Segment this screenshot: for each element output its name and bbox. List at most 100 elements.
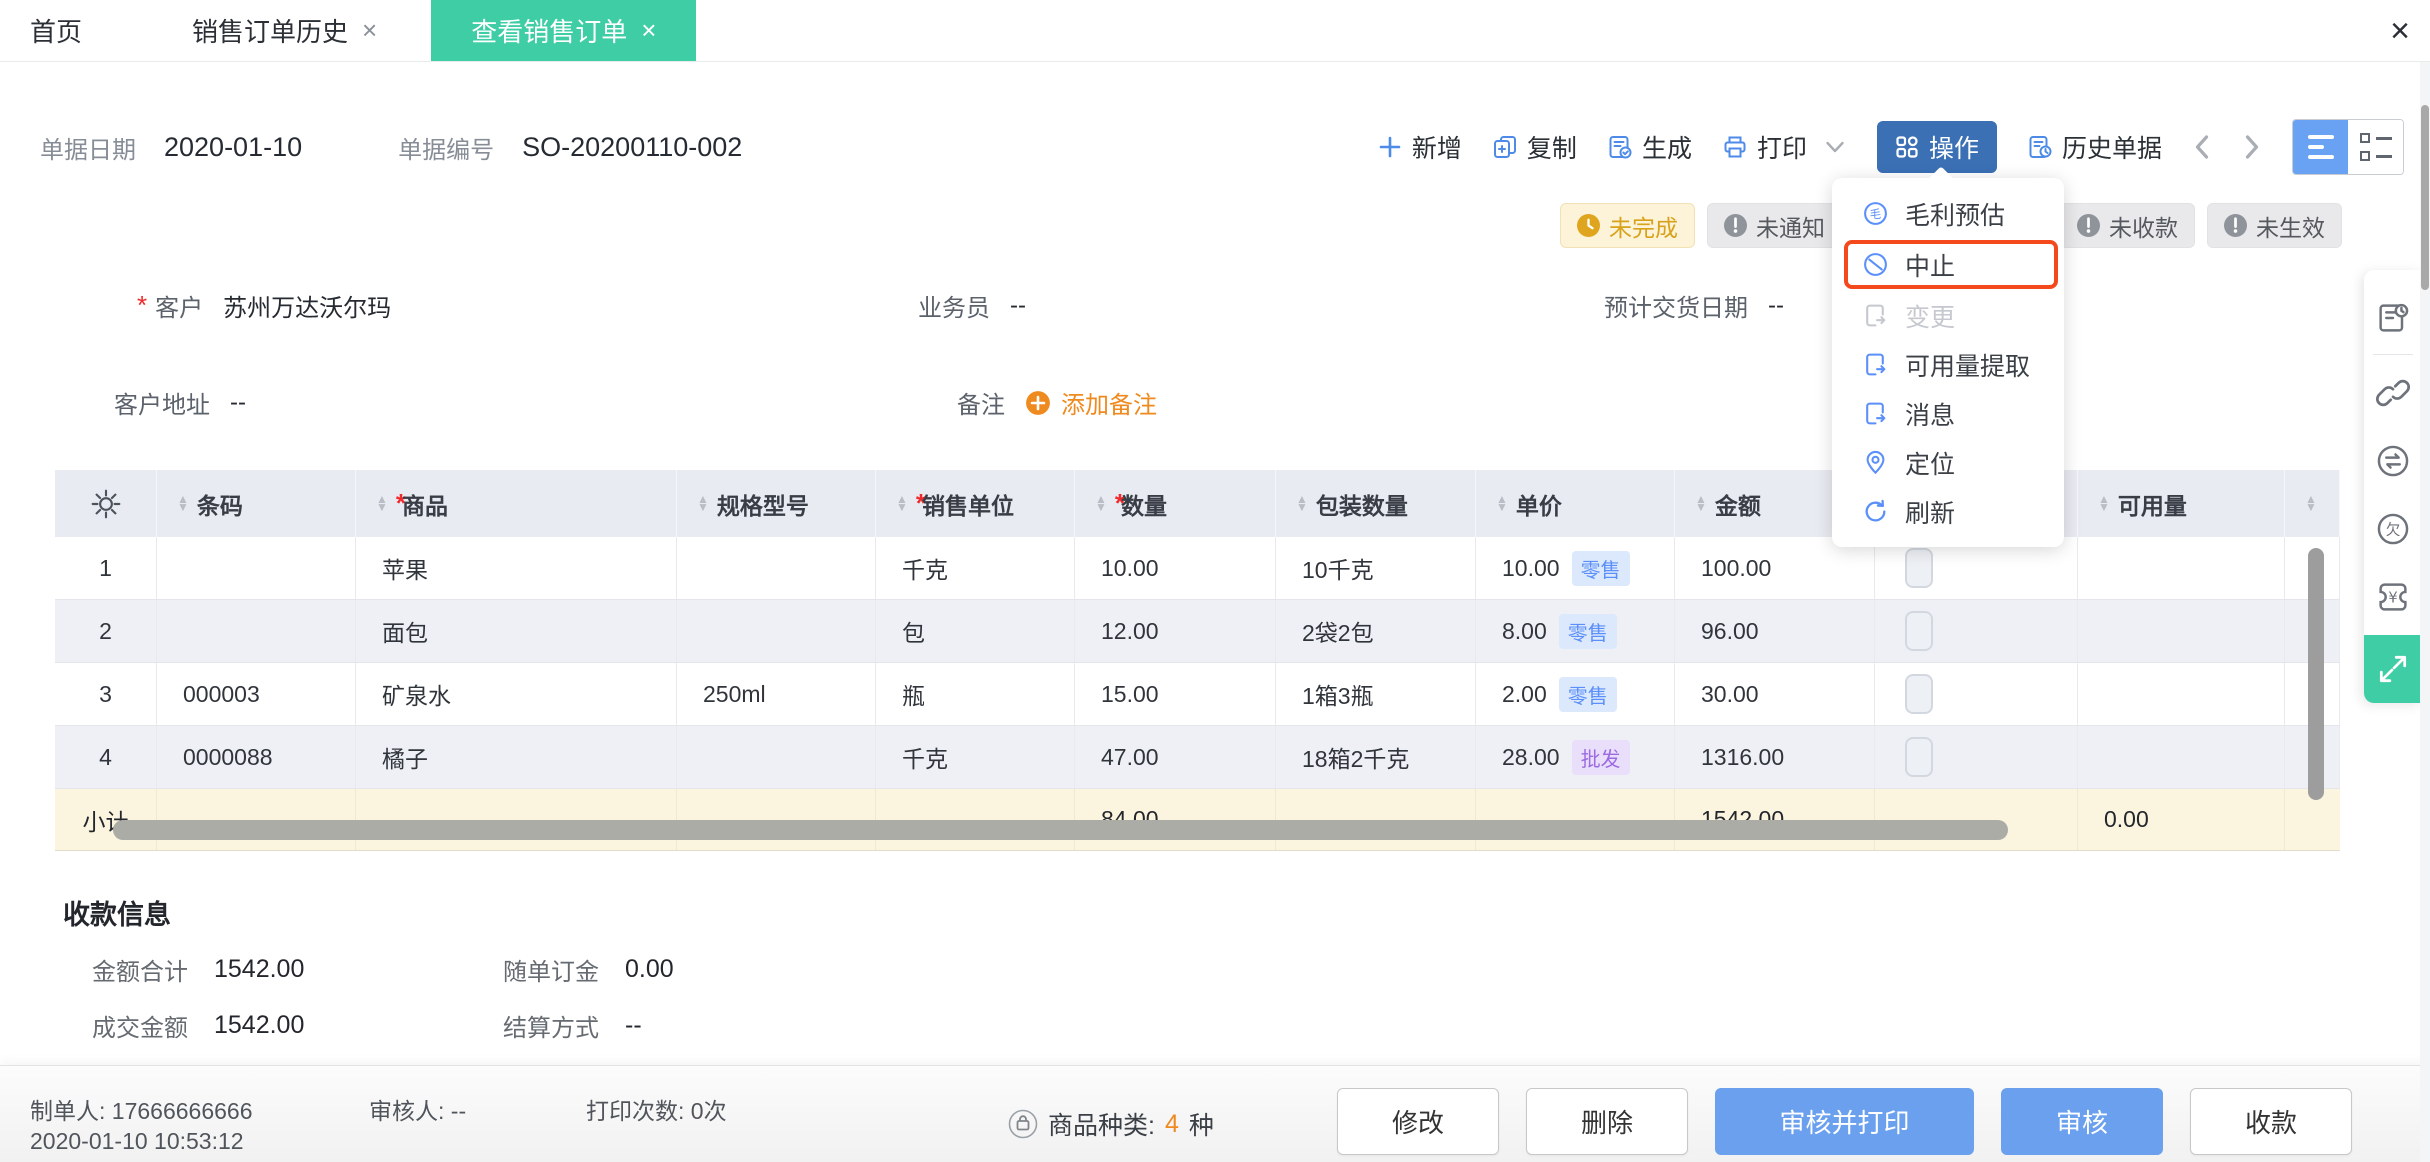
- expand-icon: [2379, 655, 2407, 683]
- sort-icon[interactable]: ▲ ▼: [697, 493, 709, 513]
- menu-item-message[interactable]: 消息: [1832, 389, 2064, 438]
- sort-icon[interactable]: ▲ ▼: [1695, 493, 1707, 513]
- column-header-barcode[interactable]: ▲ ▼ 条码: [157, 470, 356, 537]
- column-header-available[interactable]: ▲ ▼ 可用量: [2078, 470, 2285, 537]
- category-count-value: 4: [1164, 1109, 1179, 1138]
- page-scrollbar-thumb[interactable]: [2421, 105, 2429, 290]
- cell-amount: 30.00: [1675, 663, 1875, 725]
- column-header-product[interactable]: ▲ ▼ * 商品: [356, 470, 677, 537]
- column-header-partial[interactable]: ▲ ▼: [2285, 470, 2340, 537]
- table-row[interactable]: 4 0000088 橘子 千克 47.00 18箱2千克 28.00 批发 131…: [55, 726, 2340, 789]
- salesman-value: --: [1010, 291, 1026, 319]
- horizontal-scrollbar[interactable]: [113, 820, 2008, 840]
- table-row[interactable]: 3 000003 矿泉水 250ml 瓶 15.00 1箱3瓶 2.00 零售 3…: [55, 663, 2340, 726]
- history-docs-button[interactable]: 历史单据: [2027, 129, 2162, 165]
- created-time: 2020-01-10 10:53:12: [30, 1128, 244, 1154]
- delivery-date-value: --: [1768, 291, 1784, 319]
- table-row[interactable]: 2 面包 包 12.00 2袋2包 8.00 零售 96.00: [55, 600, 2340, 663]
- column-header-unit[interactable]: ▲ ▼ * 销售单位: [876, 470, 1075, 537]
- column-header-qty[interactable]: ▲ ▼ * 数量: [1075, 470, 1276, 537]
- exchange-button[interactable]: [2364, 427, 2422, 495]
- row-checkbox[interactable]: [1905, 611, 1933, 651]
- stop-icon: [1864, 253, 1887, 276]
- close-tab-icon[interactable]: ×: [641, 15, 656, 46]
- sort-icon[interactable]: ▲ ▼: [1496, 493, 1508, 513]
- money-ticket-button[interactable]: ¥: [2364, 563, 2422, 631]
- tab-sales-order-history[interactable]: 销售订单历史 ×: [158, 0, 411, 61]
- menu-item-change[interactable]: 变更: [1832, 291, 2064, 340]
- sort-icon[interactable]: ▲ ▼: [2305, 493, 2317, 513]
- toolbar: 新增 复制 生成 打印 操作 历史单据: [1377, 119, 2404, 175]
- copy-button[interactable]: 复制: [1492, 129, 1577, 165]
- tab-history-label: 销售订单历史: [192, 17, 349, 47]
- arrears-button[interactable]: 欠: [2364, 495, 2422, 563]
- sort-icon[interactable]: ▲ ▼: [2098, 493, 2110, 513]
- cell-product: 矿泉水: [356, 663, 677, 725]
- column-header-price[interactable]: ▲ ▼ 单价: [1476, 470, 1675, 537]
- column-header-pack-qty[interactable]: ▲ ▼ 包装数量: [1276, 470, 1476, 537]
- row-checkbox[interactable]: [1905, 674, 1933, 714]
- cell-unit: 千克: [876, 537, 1075, 599]
- cell-checkbox: [1875, 663, 2078, 725]
- list-view-button[interactable]: [2293, 120, 2348, 174]
- price-type-tag: 批发: [1571, 739, 1630, 775]
- row-number: 3: [55, 663, 157, 725]
- add-remark-button[interactable]: 添加备注: [1025, 385, 1157, 420]
- sort-icon[interactable]: ▲ ▼: [1296, 493, 1308, 513]
- cell-available: [2078, 663, 2285, 725]
- tab-home[interactable]: 首页: [0, 0, 116, 61]
- tab-view-label: 查看销售订单: [471, 17, 628, 47]
- print-button[interactable]: 打印: [1722, 129, 1807, 165]
- tab-view-sales-order[interactable]: 查看销售订单 ×: [431, 0, 697, 61]
- cell-spec: [677, 600, 876, 662]
- sort-icon[interactable]: ▲ ▼: [177, 493, 189, 513]
- modify-button[interactable]: 修改: [1337, 1088, 1499, 1155]
- doc-date-label: 单据日期: [40, 136, 136, 164]
- prev-doc-icon[interactable]: [2192, 132, 2212, 162]
- link-button[interactable]: [2364, 359, 2422, 427]
- table-body: 1 苹果 千克 10.00 10千克 10.00 零售 100.00 2 面包 包…: [55, 537, 2340, 789]
- row-checkbox[interactable]: [1905, 548, 1933, 588]
- svg-text:¥: ¥: [2388, 590, 2397, 607]
- sales-order-view-window: 首页 销售订单历史 × 查看销售订单 × × 单据日期 2020-01-10 单…: [0, 0, 2430, 1162]
- generate-button[interactable]: 生成: [1607, 129, 1692, 165]
- audit-button[interactable]: 审核: [2001, 1088, 2163, 1155]
- menu-item-available-extract[interactable]: 可用量提取: [1832, 340, 2064, 389]
- document-header: 单据日期 2020-01-10 单据编号 SO-20200110-002 新增 …: [40, 112, 2404, 182]
- refresh-icon: [1865, 499, 1886, 522]
- sort-icon[interactable]: ▲ ▼: [896, 493, 908, 513]
- customer-address-value: --: [230, 388, 246, 416]
- window-close-icon[interactable]: ×: [2390, 14, 2410, 48]
- document-meta: 单据日期 2020-01-10 单据编号 SO-20200110-002: [40, 130, 742, 165]
- doc-no-value: SO-20200110-002: [522, 131, 743, 162]
- menu-item-refresh[interactable]: 刷新: [1832, 487, 2064, 536]
- chevron-down-icon[interactable]: [1823, 135, 1847, 159]
- settlement-method-field: 结算方式 --: [503, 1011, 642, 1042]
- salesman-field: 业务员 --: [918, 288, 1026, 323]
- sort-icon[interactable]: ▲ ▼: [1095, 493, 1107, 513]
- next-doc-icon[interactable]: [2242, 132, 2262, 162]
- column-header-spec[interactable]: ▲ ▼ 规格型号: [677, 470, 876, 537]
- close-tab-icon[interactable]: ×: [362, 15, 377, 46]
- action-button[interactable]: 操作: [1876, 121, 1997, 173]
- grid-icon: [1896, 136, 1918, 158]
- card-view-button[interactable]: [2348, 120, 2403, 174]
- cell-price: 8.00 零售: [1476, 600, 1675, 662]
- order-doc-button[interactable]: [2364, 284, 2422, 352]
- expand-button[interactable]: [2364, 635, 2422, 703]
- receive-payment-button[interactable]: 收款: [2190, 1088, 2352, 1155]
- menu-item-profit-estimate[interactable]: 毛 毛利预估: [1832, 189, 2064, 238]
- table-vertical-scrollbar[interactable]: [2308, 548, 2324, 800]
- cell-product: 苹果: [356, 537, 677, 599]
- sort-icon[interactable]: ▲ ▼: [376, 493, 388, 513]
- table-settings-button[interactable]: [55, 470, 157, 537]
- exclamation-icon: [2224, 214, 2247, 237]
- customer-address-label: 客户地址: [114, 392, 210, 419]
- extract-icon: [1866, 353, 1886, 376]
- menu-item-abort[interactable]: 中止: [1844, 240, 2058, 289]
- audit-and-print-button[interactable]: 审核并打印: [1715, 1088, 1974, 1155]
- menu-item-locate[interactable]: 定位: [1832, 438, 2064, 487]
- add-button[interactable]: 新增: [1377, 129, 1462, 165]
- row-checkbox[interactable]: [1905, 737, 1933, 777]
- delete-button[interactable]: 删除: [1526, 1088, 1688, 1155]
